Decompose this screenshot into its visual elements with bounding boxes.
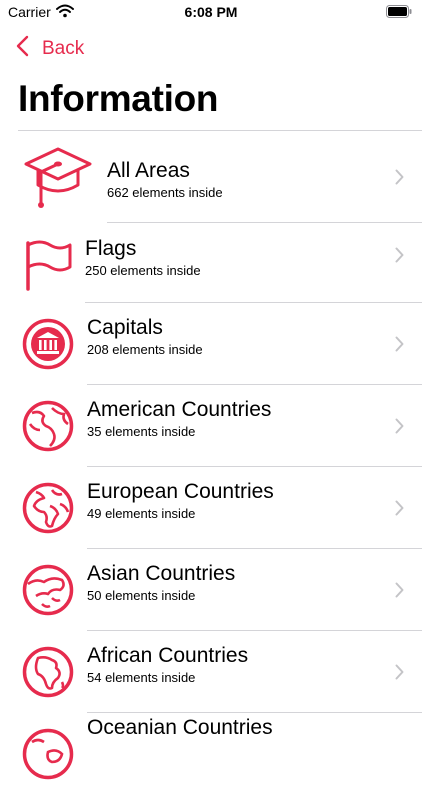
row-title: Flags xyxy=(85,237,137,260)
category-list: All Areas 662 elements inside Flags 250 … xyxy=(0,131,422,795)
row-title: Asian Countries xyxy=(87,562,236,585)
row-subtitle: 35 elements inside xyxy=(87,424,196,439)
chevron-right-icon xyxy=(395,169,404,190)
chevron-left-icon xyxy=(16,35,42,63)
bank-building-icon xyxy=(22,318,74,375)
row-title: All Areas xyxy=(107,159,190,182)
chevron-right-icon xyxy=(395,418,404,439)
globe-africa-icon xyxy=(22,646,74,703)
list-item-all-areas[interactable]: All Areas 662 elements inside xyxy=(0,131,422,223)
row-subtitle: 49 elements inside xyxy=(87,506,196,521)
back-button[interactable]: Back xyxy=(16,35,85,63)
flag-icon xyxy=(22,239,74,296)
list-item-oceanian-countries[interactable]: Oceanian Countries xyxy=(0,713,422,795)
clock: 6:08 PM xyxy=(184,4,238,20)
chevron-right-icon xyxy=(395,247,404,268)
list-item-african-countries[interactable]: African Countries 54 elements inside xyxy=(0,631,422,713)
list-item-capitals[interactable]: Capitals 208 elements inside xyxy=(0,303,422,385)
globe-oceania-icon xyxy=(22,728,74,785)
row-title: African Countries xyxy=(87,644,249,667)
chevron-right-icon xyxy=(395,664,404,685)
row-subtitle: 54 elements inside xyxy=(87,670,196,685)
globe-americas-icon xyxy=(22,400,74,457)
row-subtitle: 250 elements inside xyxy=(85,263,201,278)
list-item-european-countries[interactable]: European Countries 49 elements inside xyxy=(0,467,422,549)
chevron-right-icon xyxy=(395,582,404,603)
chevron-right-icon xyxy=(395,336,404,357)
status-bar: Carrier 6:08 PM xyxy=(0,0,422,26)
row-title: Oceanian Countries xyxy=(87,716,273,739)
row-subtitle: 662 elements inside xyxy=(107,185,223,200)
row-title: Capitals xyxy=(87,316,163,339)
globe-europe-africa-icon xyxy=(22,482,74,539)
graduation-cap-icon xyxy=(24,147,92,214)
row-subtitle: 208 elements inside xyxy=(87,342,203,357)
row-title: European Countries xyxy=(87,480,274,503)
battery-icon xyxy=(386,5,412,23)
chevron-right-icon xyxy=(395,500,404,521)
globe-asia-icon xyxy=(22,564,74,621)
row-subtitle: 50 elements inside xyxy=(87,588,196,603)
list-item-asian-countries[interactable]: Asian Countries 50 elements inside xyxy=(0,549,422,631)
page-title: Information xyxy=(18,78,219,119)
list-item-american-countries[interactable]: American Countries 35 elements inside xyxy=(0,385,422,467)
list-item-flags[interactable]: Flags 250 elements inside xyxy=(0,223,422,303)
row-title: American Countries xyxy=(87,398,272,421)
back-label: Back xyxy=(42,38,85,59)
